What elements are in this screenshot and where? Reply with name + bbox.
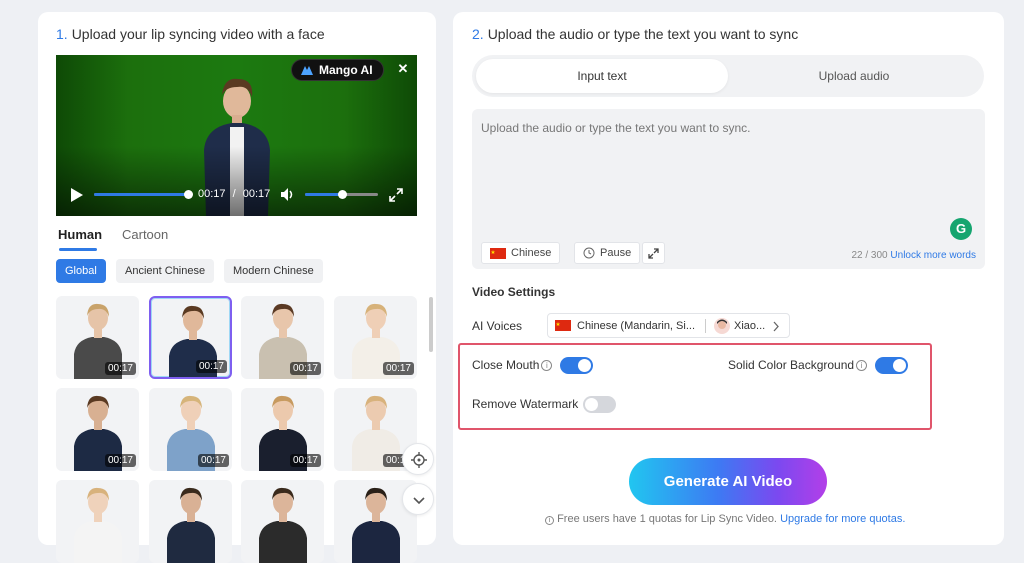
- tab-underline: [59, 248, 97, 251]
- ai-voices-selector[interactable]: Chinese (Mandarin, Si... Xiao...: [547, 313, 790, 338]
- fullscreen-icon[interactable]: [389, 188, 403, 202]
- avatar-card[interactable]: 00:17: [334, 296, 417, 379]
- tab-cartoon[interactable]: Cartoon: [122, 227, 168, 242]
- step-2-title: 2. Upload the audio or type the text you …: [472, 26, 799, 42]
- avatar-duration: 00:17: [382, 362, 414, 375]
- ai-voices-label: AI Voices: [472, 319, 523, 333]
- avatar-card[interactable]: 00:17: [56, 296, 139, 379]
- info-icon[interactable]: i: [856, 360, 868, 371]
- avatar-card[interactable]: 00:17: [241, 388, 324, 471]
- avatar-duration: 00:17: [104, 362, 136, 375]
- volume-fill: [305, 193, 342, 196]
- filter-modern-chinese[interactable]: Modern Chinese: [224, 259, 323, 283]
- china-flag-icon: [555, 320, 571, 331]
- remove-watermark-toggle[interactable]: [583, 396, 616, 413]
- unlock-more-words-link[interactable]: Unlock more words: [890, 250, 976, 261]
- locate-button[interactable]: [402, 443, 434, 475]
- pause-button[interactable]: Pause: [574, 242, 641, 264]
- filter-ancient-chinese[interactable]: Ancient Chinese: [116, 259, 215, 283]
- avatar-card[interactable]: [241, 480, 324, 563]
- info-icon[interactable]: i: [541, 360, 553, 371]
- avatar-duration: 00:17: [104, 454, 136, 467]
- expand-icon: [648, 247, 659, 259]
- play-icon[interactable]: [70, 187, 84, 203]
- avatar-figure: [74, 487, 122, 563]
- video-progress-bar[interactable]: [94, 190, 193, 199]
- audio-text-panel: 2. Upload the audio or type the text you …: [453, 12, 1004, 545]
- quota-notice: i Free users have 1 quotas for Lip Sync …: [545, 513, 905, 525]
- avatar-card[interactable]: 00:17: [149, 388, 232, 471]
- expand-button[interactable]: [642, 242, 665, 264]
- word-counter: 22 / 300 Unlock more words: [851, 250, 976, 261]
- solid-bg-label: Solid Color Background i: [728, 358, 868, 372]
- filter-global[interactable]: Global: [56, 259, 106, 283]
- crosshair-icon: [411, 452, 427, 468]
- avatar-duration: 00:17: [289, 454, 321, 467]
- close-mouth-label: Close Mouth i: [472, 358, 553, 372]
- generate-ai-video-button[interactable]: Generate AI Video: [629, 458, 827, 505]
- avatar-card[interactable]: 00:17: [56, 388, 139, 471]
- video-player[interactable]: Mango AI ✕ 00:17 / 00:17: [56, 55, 417, 216]
- avatar-duration: 00:17: [289, 362, 321, 375]
- voice-divider: [705, 319, 706, 333]
- voice-language: Chinese (Mandarin, Si...: [577, 320, 695, 332]
- brand-badge: Mango AI: [291, 59, 384, 81]
- scrollbar[interactable]: [429, 297, 433, 352]
- grammarly-icon[interactable]: G: [950, 218, 972, 240]
- text-input-placeholder: Upload the audio or type the text you wa…: [481, 121, 751, 135]
- avatar-duration: 00:17: [197, 454, 229, 467]
- step-1-title: 1. Upload your lip syncing video with a f…: [56, 26, 325, 42]
- china-flag-icon: [490, 247, 506, 259]
- input-mode-switch: Input text Upload audio: [472, 55, 984, 97]
- remove-watermark-label: Remove Watermark: [472, 397, 579, 411]
- voice-name: Xiao...: [734, 320, 766, 332]
- video-progress-knob[interactable]: [184, 190, 193, 199]
- video-progress-fill: [94, 193, 188, 196]
- avatar-figure: [259, 487, 307, 563]
- tab-input-text[interactable]: Input text: [476, 59, 728, 93]
- chevron-right-icon: [773, 321, 779, 332]
- settings-highlight-box: [458, 343, 932, 430]
- text-input-area[interactable]: Upload the audio or type the text you wa…: [472, 109, 985, 269]
- volume-icon[interactable]: [280, 187, 296, 202]
- video-time: 00:17 / 00:17: [198, 188, 271, 200]
- close-mouth-toggle[interactable]: [560, 357, 593, 374]
- volume-slider[interactable]: [305, 190, 378, 199]
- chevron-down-icon: [413, 497, 425, 505]
- info-icon: i: [545, 516, 554, 525]
- solid-bg-toggle[interactable]: [875, 357, 908, 374]
- avatar-card[interactable]: [149, 480, 232, 563]
- close-icon[interactable]: ✕: [395, 61, 411, 77]
- video-shade: [56, 146, 417, 216]
- mango-logo-icon: [301, 66, 313, 75]
- avatar-card[interactable]: [56, 480, 139, 563]
- toggle-knob: [893, 359, 906, 372]
- avatar-figure: [167, 487, 215, 563]
- tab-human[interactable]: Human: [58, 227, 102, 242]
- toggle-knob: [585, 398, 598, 411]
- scroll-down-button[interactable]: [402, 483, 434, 515]
- volume-knob[interactable]: [338, 190, 347, 199]
- toggle-knob: [578, 359, 591, 372]
- tab-upload-audio[interactable]: Upload audio: [728, 59, 980, 93]
- video-settings-heading: Video Settings: [472, 285, 556, 299]
- video-upload-panel: 1. Upload your lip syncing video with a f…: [38, 12, 436, 563]
- avatar-duration: 00:17: [195, 360, 227, 373]
- clock-icon: [583, 247, 595, 259]
- avatar-card[interactable]: 00:17: [241, 296, 324, 379]
- language-button[interactable]: Chinese: [481, 242, 561, 264]
- upgrade-link[interactable]: Upgrade for more quotas.: [780, 513, 905, 525]
- voice-avatar-icon: [714, 318, 730, 334]
- avatar-card[interactable]: 00:17: [149, 296, 232, 379]
